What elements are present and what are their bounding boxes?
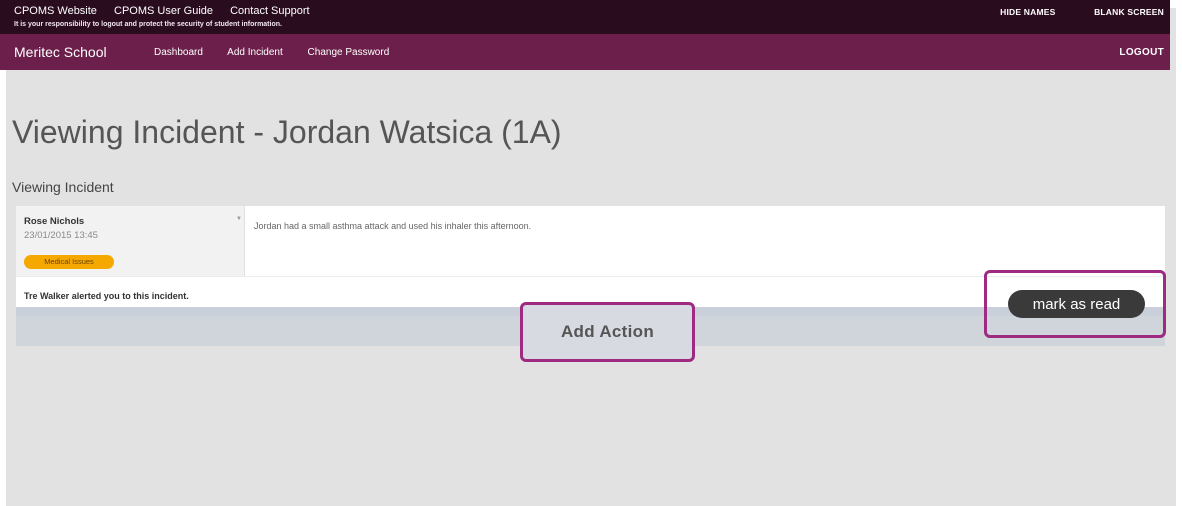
security-notice: It is your responsibility to logout and … — [14, 21, 282, 28]
category-badge: Medical Issues — [24, 255, 114, 269]
contact-support-link[interactable]: Contact Support — [230, 5, 310, 17]
author-name: Rose Nichols — [24, 216, 85, 227]
page-title: Viewing Incident - Jordan Watsica (1A) — [12, 114, 562, 150]
school-name[interactable]: Meritec School — [14, 44, 107, 60]
blank-screen-button[interactable]: BLANK SCREEN — [1094, 7, 1164, 17]
section-subtitle: Viewing Incident — [12, 179, 114, 195]
hide-names-button[interactable]: HIDE NAMES — [1000, 7, 1055, 17]
alert-message: Tre Walker alerted you to this incident. — [24, 291, 189, 301]
cpoms-website-link[interactable]: CPOMS Website — [14, 5, 97, 17]
add-action-button[interactable]: Add Action — [520, 302, 695, 362]
nav-add-incident[interactable]: Add Incident — [227, 47, 283, 58]
nav-change-password[interactable]: Change Password — [308, 47, 390, 58]
incident-datetime: 23/01/2015 13:45 — [24, 230, 98, 241]
top-bar: CPOMS Website CPOMS User Guide Contact S… — [0, 0, 1170, 34]
incident-description: Jordan had a small asthma attack and use… — [254, 221, 532, 231]
nav-links: Dashboard Add Incident Change Password — [154, 47, 411, 58]
cpoms-user-guide-link[interactable]: CPOMS User Guide — [114, 5, 213, 17]
top-right-controls: HIDE NAMES BLANK SCREEN — [964, 7, 1164, 17]
nav-dashboard[interactable]: Dashboard — [154, 47, 203, 58]
main-nav: Meritec School Dashboard Add Incident Ch… — [0, 34, 1170, 70]
mark-as-read-button[interactable]: mark as read — [1008, 290, 1145, 318]
caret-icon[interactable]: ▼ — [236, 216, 242, 222]
incident-author-panel: Rose Nichols 23/01/2015 13:45 Medical Is… — [16, 206, 245, 276]
logout-button[interactable]: LOGOUT — [1119, 47, 1164, 58]
top-links: CPOMS Website CPOMS User Guide Contact S… — [14, 5, 324, 17]
